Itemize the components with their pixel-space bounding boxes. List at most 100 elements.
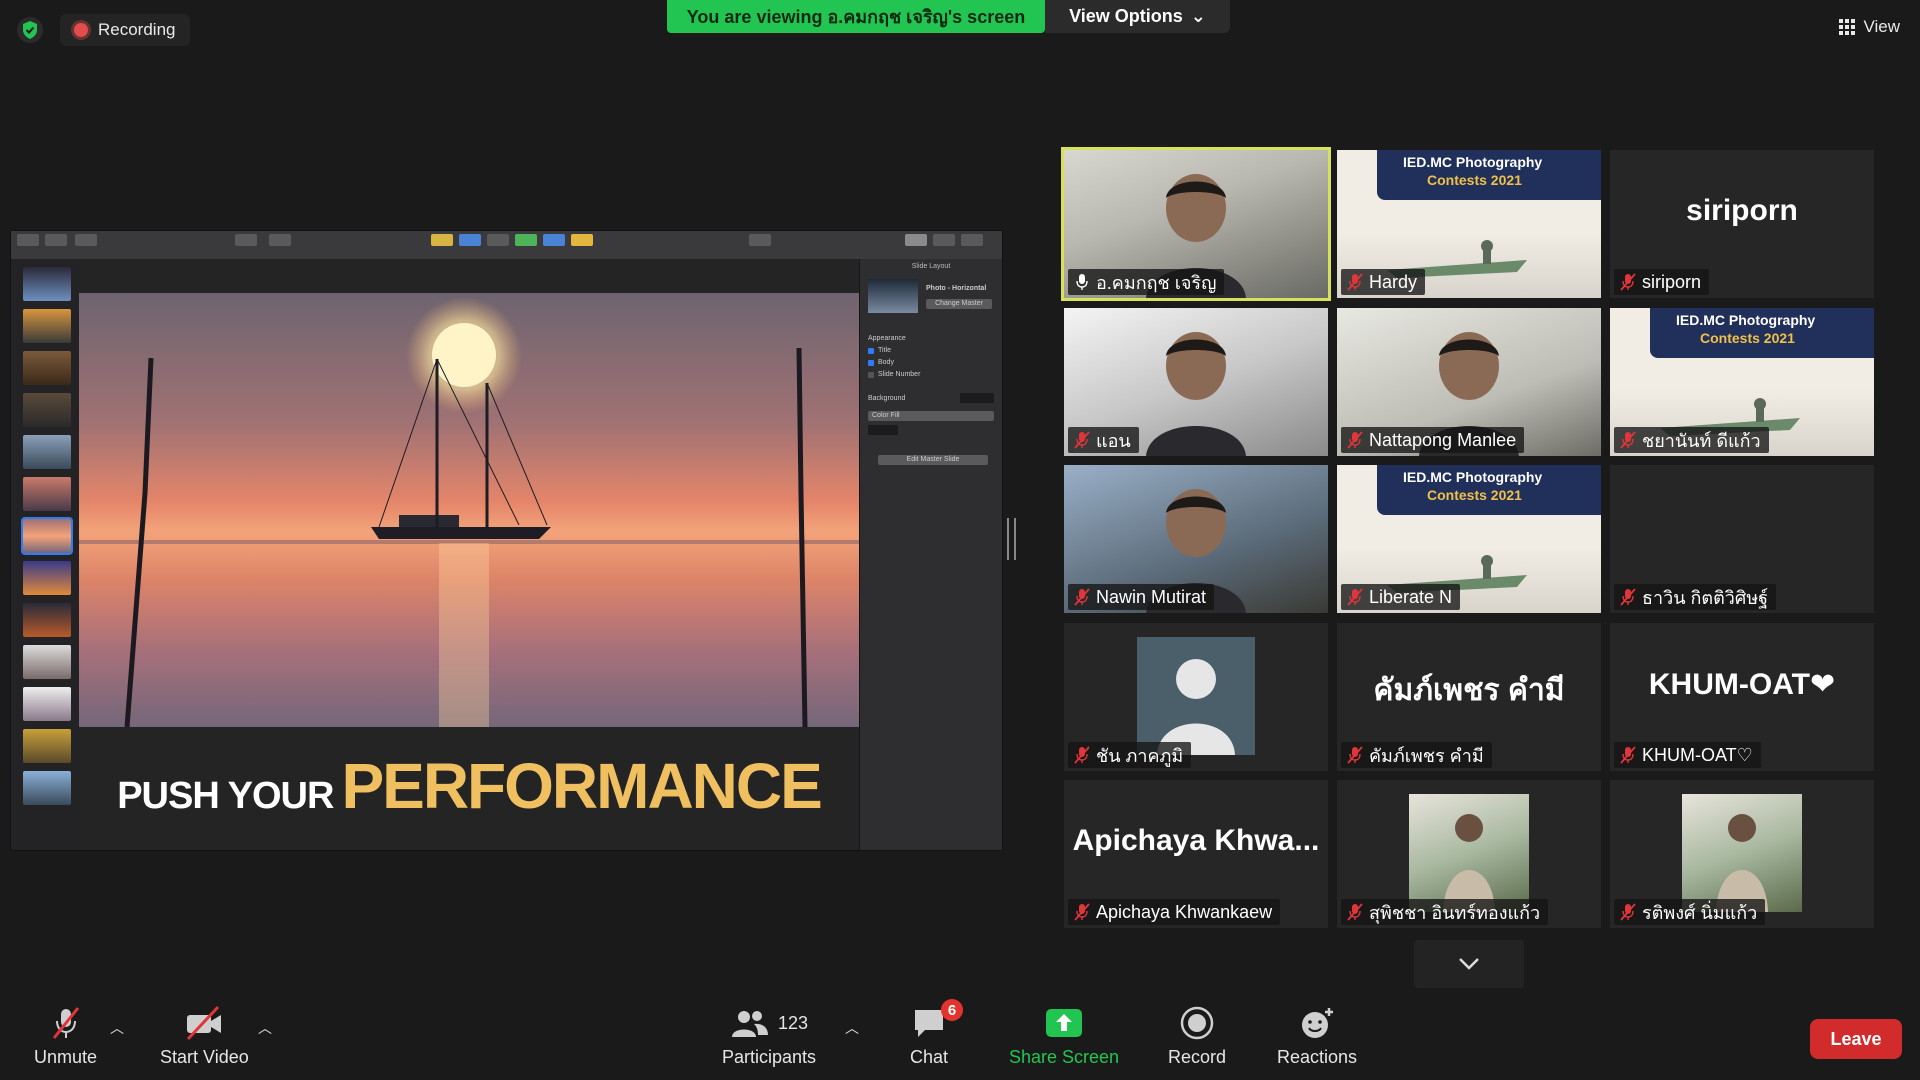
- participant-display-name: siriporn: [1686, 194, 1798, 227]
- security-shield-icon[interactable]: [14, 14, 46, 46]
- muted-microphone-icon: [1074, 431, 1090, 449]
- participant-name-tag: อ.คมกฤช เจริญ: [1068, 269, 1225, 295]
- reactions-button[interactable]: Reactions: [1277, 1005, 1357, 1068]
- chat-unread-badge: 6: [941, 999, 964, 1021]
- participant-name-tag: รติพงศ์ นิ่มแก้ว: [1614, 899, 1766, 925]
- participant-name-tag: ธาวิน กิตติวิศิษฐ์: [1614, 584, 1777, 610]
- gallery-next-page-button[interactable]: [1414, 940, 1524, 988]
- participant-name: KHUM-OAT♡: [1642, 744, 1753, 765]
- slide-thumbnail-selected[interactable]: [21, 517, 73, 555]
- participant-tile[interactable]: IED.MC Photography Contests 2021 Liberate …: [1337, 465, 1601, 613]
- recording-indicator[interactable]: Recording: [60, 14, 190, 46]
- body-checkbox[interactable]: Body: [868, 359, 894, 366]
- unmute-button[interactable]: Unmute: [34, 1005, 97, 1068]
- participant-tile[interactable]: รติพงศ์ นิ่มแก้ว: [1610, 780, 1874, 928]
- background-color-well[interactable]: [960, 393, 994, 403]
- slide-photo-sunset: [79, 293, 859, 727]
- poster-line-1: IED.MC Photography: [1403, 469, 1543, 485]
- participants-options-caret-icon[interactable]: ︿: [845, 1018, 859, 1038]
- muted-microphone-icon: [1347, 273, 1363, 291]
- participant-tile[interactable]: IED.MC Photography Contests 2021 ชยานันท์ …: [1610, 308, 1874, 456]
- master-name: Photo - Horizontal: [926, 285, 987, 292]
- muted-microphone-icon: [1620, 588, 1636, 606]
- toolbar-chart-icon: [459, 234, 481, 246]
- record-icon: [1180, 1006, 1214, 1040]
- master-thumbnail: [868, 279, 918, 313]
- participant-name-tag: สุพิชชา อินทร์ทองแก้ว: [1341, 899, 1549, 925]
- toolbar-keynote-live-icon: [269, 234, 291, 246]
- poster-line-2: Contests 2021: [1700, 330, 1795, 346]
- slide-thumbnail[interactable]: [23, 267, 71, 301]
- person-silhouette-icon: [1146, 332, 1246, 456]
- participant-name-tag: ชัน ภาคภูมิ: [1068, 742, 1192, 768]
- participant-tile[interactable]: แอน: [1064, 308, 1328, 456]
- participant-tile[interactable]: Nawin Mutirat: [1064, 465, 1328, 613]
- slide-number-checkbox-label: Slide Number: [878, 371, 921, 378]
- muted-microphone-icon: [1620, 746, 1636, 764]
- leave-button[interactable]: Leave: [1810, 1019, 1902, 1059]
- participant-tile[interactable]: KHUM-OAT❤ KHUM-OAT♡: [1610, 623, 1874, 771]
- slide-thumbnail[interactable]: [23, 687, 71, 721]
- chevron-down-icon: [1459, 958, 1479, 970]
- format-inspector: Slide Layout Photo - Horizontal Change M…: [859, 259, 1002, 850]
- slide-thumbnail[interactable]: [23, 603, 71, 637]
- slide-thumbnail[interactable]: [23, 561, 71, 595]
- slide-canvas[interactable]: PUSH YOUR PERFORMANCE: [79, 259, 859, 850]
- recording-label: Recording: [98, 20, 176, 39]
- unmute-label: Unmute: [34, 1047, 98, 1067]
- view-options-button[interactable]: View Options ⌄: [1045, 0, 1230, 33]
- participant-tile[interactable]: ธาวิน กิตติวิศิษฐ์: [1610, 465, 1874, 613]
- toolbar-play-icon: [235, 234, 257, 246]
- participant-tile[interactable]: อ.คมกฤช เจริญ: [1061, 147, 1331, 301]
- toolbar-text-icon: [487, 234, 509, 246]
- fill-color-well[interactable]: [868, 425, 898, 435]
- title-checkbox[interactable]: Title: [868, 347, 891, 354]
- participant-name: Nawin Mutirat: [1096, 586, 1207, 607]
- fill-type-select[interactable]: Color Fill: [868, 411, 994, 421]
- shared-screen[interactable]: PUSH YOUR PERFORMANCE Slide Layout Photo …: [10, 230, 1003, 851]
- edit-master-slide-button[interactable]: Edit Master Slide: [878, 455, 988, 465]
- participant-name-tag: แอน: [1068, 427, 1139, 453]
- microphone-muted-icon: [52, 1007, 79, 1039]
- start-video-button[interactable]: Start Video: [160, 1005, 249, 1068]
- audio-options-caret-icon[interactable]: ︿: [110, 1018, 124, 1038]
- view-button[interactable]: View: [1839, 12, 1900, 42]
- slide-caption-push-your: PUSH YOUR: [117, 775, 334, 817]
- slide-thumbnail[interactable]: [23, 309, 71, 343]
- muted-microphone-icon: [1347, 588, 1363, 606]
- participant-name: Apichaya Khwankaew: [1096, 901, 1273, 922]
- slide-thumbnail[interactable]: [23, 393, 71, 427]
- slide-thumbnail[interactable]: [23, 771, 71, 805]
- participants-label: Participants: [722, 1047, 817, 1067]
- participants-icon: [732, 1011, 768, 1037]
- checkbox-checked-icon: [868, 359, 874, 366]
- slide-thumbnail[interactable]: [23, 729, 71, 763]
- slide-thumbnail[interactable]: [23, 477, 71, 511]
- participant-tile[interactable]: siriporn siriporn: [1610, 150, 1874, 298]
- participant-tile[interactable]: IED.MC Photography Contests 2021 Hardy: [1337, 150, 1601, 298]
- muted-microphone-icon: [1347, 903, 1363, 921]
- participant-name-tag: KHUM-OAT♡: [1614, 742, 1761, 768]
- slide-thumbnail[interactable]: [23, 351, 71, 385]
- slide-thumbnail[interactable]: [23, 645, 71, 679]
- participant-name-tag: Hardy: [1341, 269, 1426, 295]
- split-divider-handle[interactable]: [1007, 518, 1016, 560]
- share-screen-button[interactable]: Share Screen: [1009, 1005, 1119, 1068]
- change-master-button[interactable]: Change Master: [926, 299, 992, 309]
- participant-name: สุพิชชา อินทร์ทองแก้ว: [1369, 902, 1541, 923]
- participant-name: ธาวิน กิตติวิศิษฐ์: [1642, 587, 1769, 608]
- video-options-caret-icon[interactable]: ︿: [258, 1018, 272, 1038]
- participant-tile[interactable]: ชัน ภาคภูมิ: [1064, 623, 1328, 771]
- participant-name-tag: คัมภ์เพชร คำมี: [1341, 742, 1492, 768]
- participant-tile[interactable]: คัมภ์เพชร คำมี คัมภ์เพชร คำมี: [1337, 623, 1601, 771]
- participant-tile[interactable]: สุพิชชา อินทร์ทองแก้ว: [1337, 780, 1601, 928]
- slide-number-checkbox[interactable]: Slide Number: [868, 371, 920, 378]
- chat-button[interactable]: 6 Chat: [910, 999, 964, 1068]
- record-button[interactable]: Record: [1168, 1005, 1226, 1068]
- participant-tile[interactable]: Apichaya Khwa... Apichaya Khwankaew: [1064, 780, 1328, 928]
- slide-thumbnail[interactable]: [23, 435, 71, 469]
- reactions-label: Reactions: [1277, 1047, 1358, 1067]
- participants-button[interactable]: 123 Participants: [722, 1005, 816, 1068]
- muted-microphone-icon: [1620, 273, 1636, 291]
- participant-tile[interactable]: Nattapong Manlee: [1337, 308, 1601, 456]
